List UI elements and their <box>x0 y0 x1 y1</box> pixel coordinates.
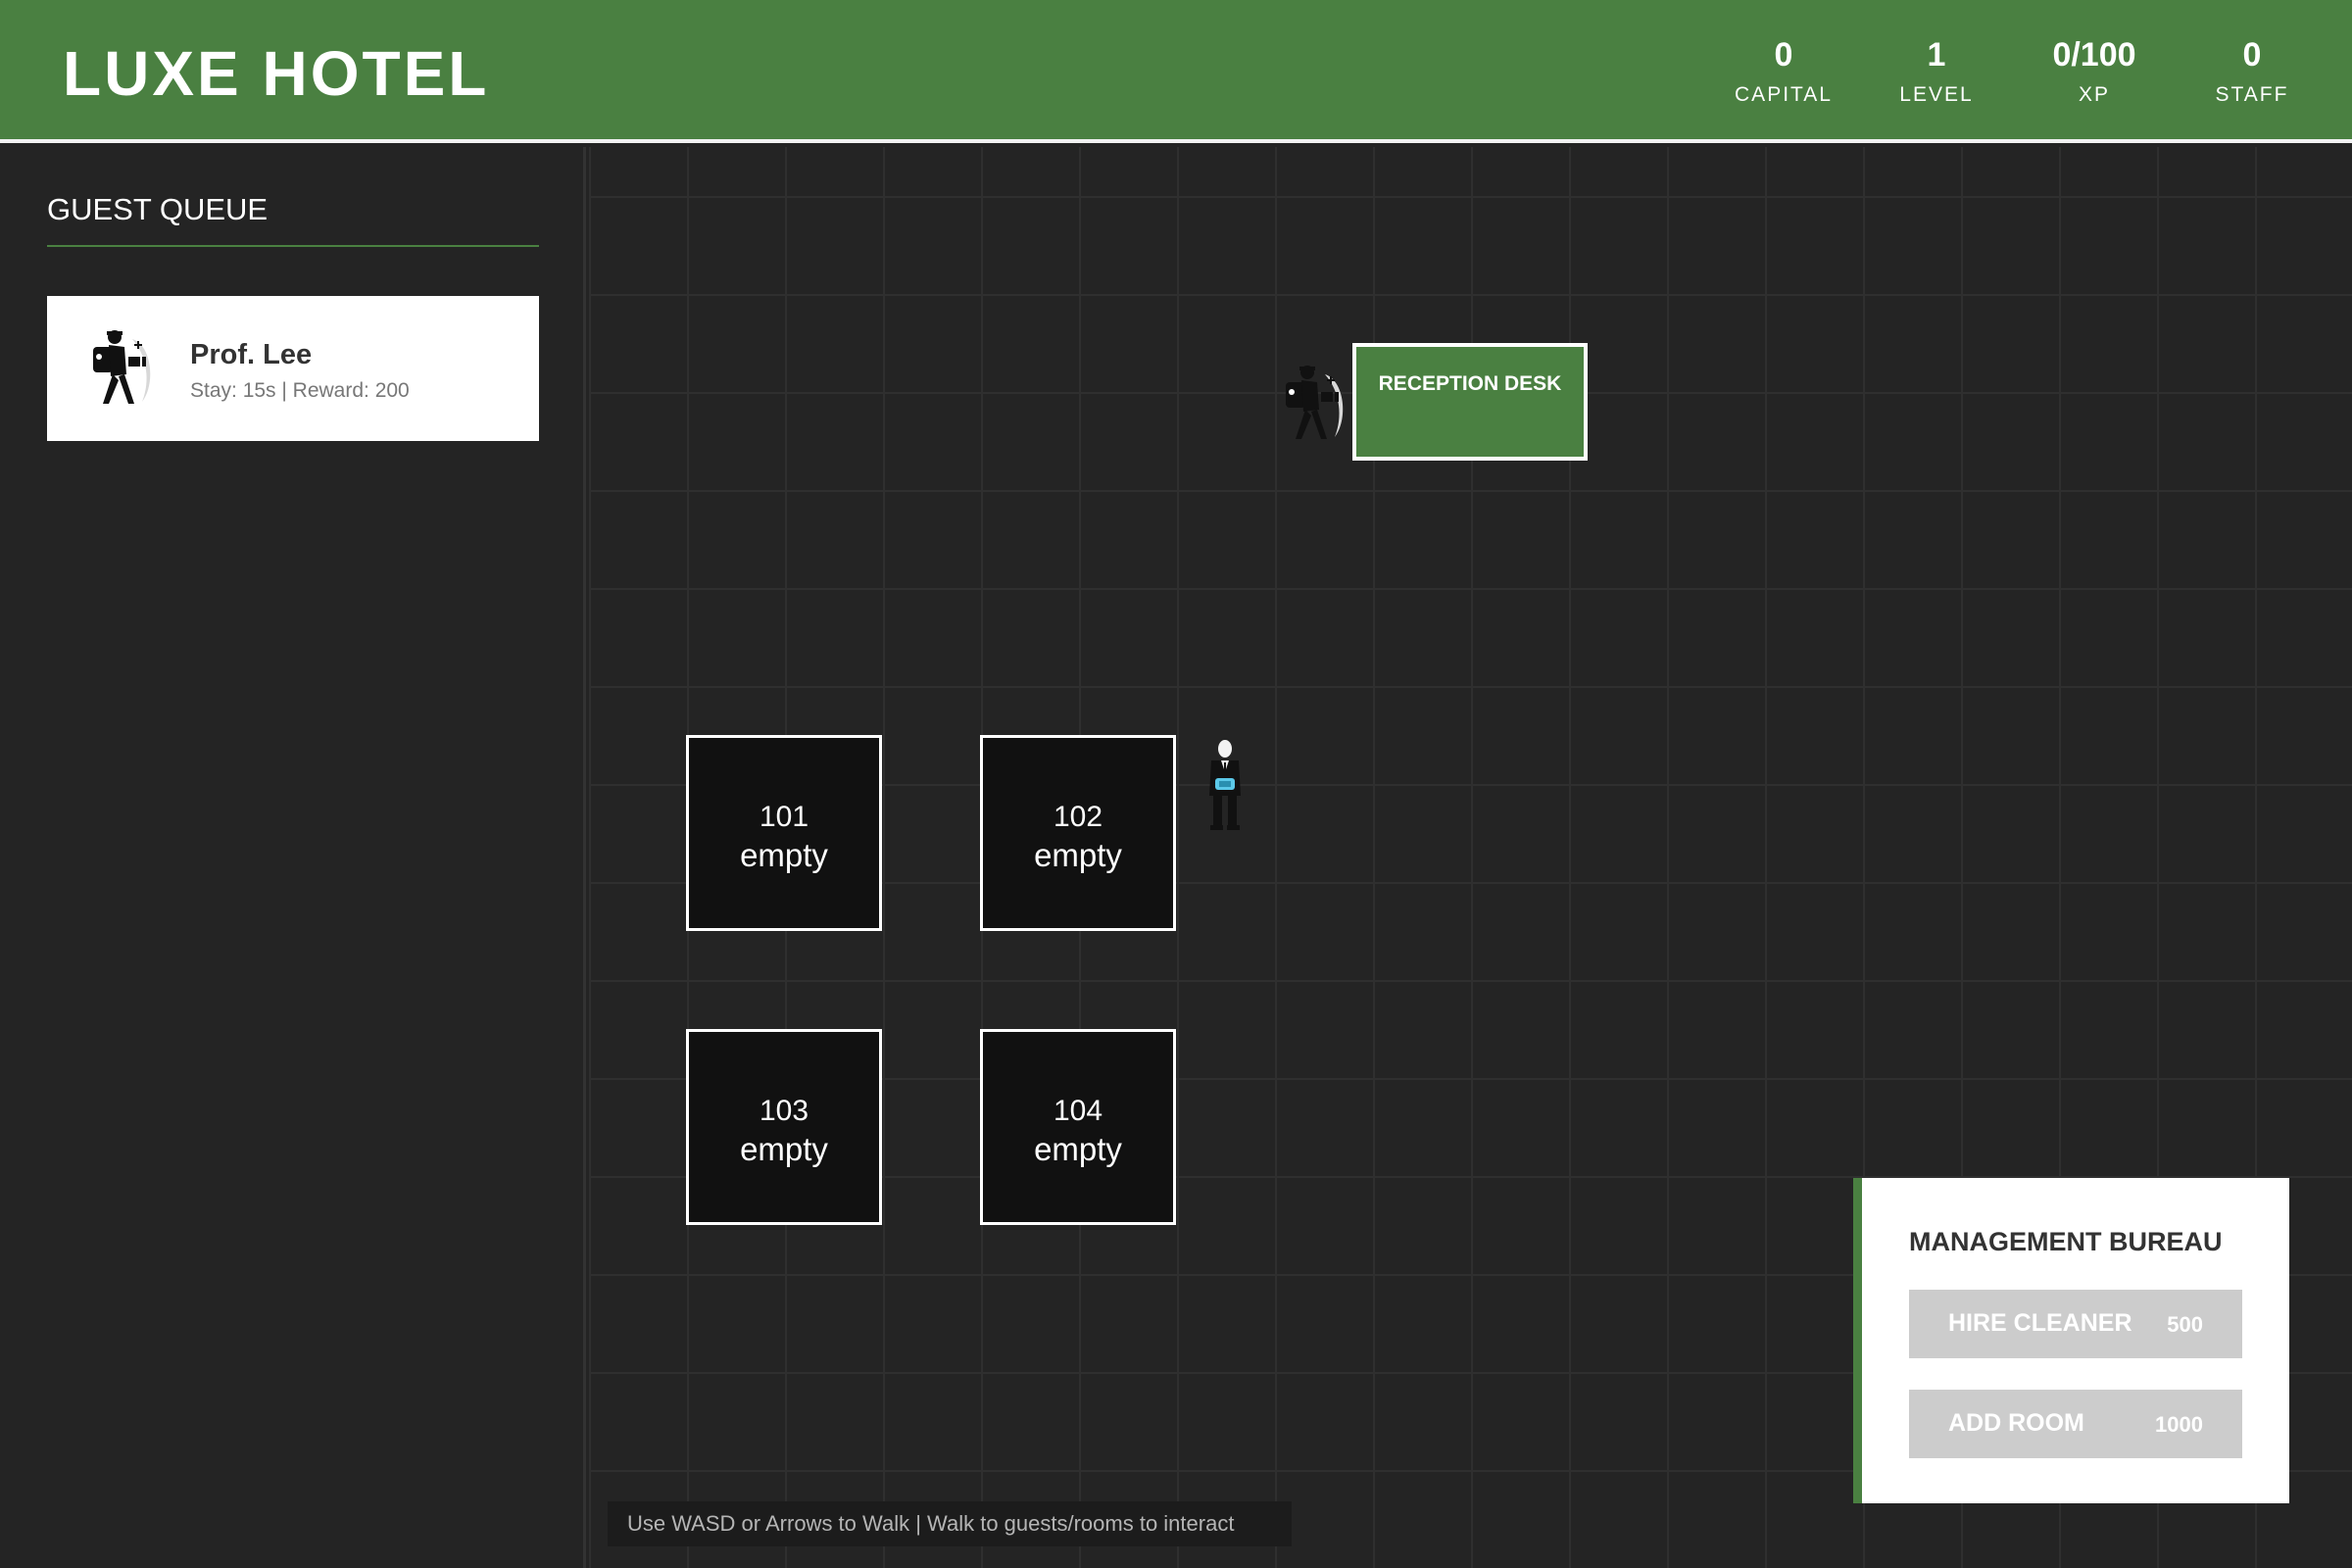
hotel-title: LUXE HOTEL <box>63 38 490 109</box>
stat-staff: 0 STAFF <box>2174 33 2330 110</box>
stat-xp: 0/100 XP <box>2016 33 2173 110</box>
room-status: empty <box>1034 1131 1122 1167</box>
room-104[interactable]: 104 empty <box>980 1029 1176 1225</box>
hire-cleaner-label: HIRE CLEANER <box>1948 1309 2132 1337</box>
stat-level-value: 1 <box>1927 36 1946 74</box>
controls-hint: Use WASD or Arrows to Walk | Walk to gue… <box>608 1501 1292 1546</box>
room-number: 104 <box>1053 1095 1103 1127</box>
stat-level-label: LEVEL <box>1899 83 1974 106</box>
add-room-label: ADD ROOM <box>1948 1409 2084 1437</box>
waiting-guest-icon[interactable] <box>1274 363 1352 445</box>
room-number: 102 <box>1053 801 1103 833</box>
guest-card[interactable]: Prof. Lee Stay: 15s | Reward: 200 <box>47 296 539 441</box>
bellhop-player-icon <box>1209 740 1241 830</box>
room-status: empty <box>740 837 828 873</box>
room-status: empty <box>740 1131 828 1167</box>
management-title: MANAGEMENT BUREAU <box>1909 1227 2223 1256</box>
stat-xp-value: 0/100 <box>2052 36 2136 74</box>
stat-capital-value: 0 <box>1774 36 1793 74</box>
stat-xp-label: XP <box>2078 83 2110 106</box>
guest-queue-title: GUEST QUEUE <box>47 192 269 226</box>
guest-info: Stay: 15s | Reward: 200 <box>190 379 410 402</box>
room-status: empty <box>1034 837 1122 873</box>
guest-queue-divider <box>47 245 539 247</box>
room-102[interactable]: 102 empty <box>980 735 1176 931</box>
reception-desk[interactable]: RECEPTION DESK <box>1352 343 1588 461</box>
room-number: 101 <box>759 801 809 833</box>
stat-capital: 0 CAPITAL <box>1705 33 1862 110</box>
hire-cleaner-cost: 500 <box>2167 1312 2203 1337</box>
stat-level: 1 LEVEL <box>1858 33 2015 110</box>
guest-name: Prof. Lee <box>190 339 313 370</box>
stat-staff-value: 0 <box>2242 36 2262 74</box>
stat-staff-label: STAFF <box>2215 83 2289 106</box>
add-room-button[interactable]: ADD ROOM 1000 <box>1909 1390 2242 1458</box>
room-101[interactable]: 101 empty <box>686 735 882 931</box>
guest-queue-panel: GUEST QUEUE Prof. Lee Stay: 15s | Reward… <box>0 147 586 1568</box>
top-bar: LUXE HOTEL 0 CAPITAL 1 LEVEL 0/100 XP 0 … <box>0 0 2352 143</box>
hire-cleaner-button[interactable]: HIRE CLEANER 500 <box>1909 1290 2242 1358</box>
add-room-cost: 1000 <box>2155 1412 2203 1437</box>
management-bureau-panel: MANAGEMENT BUREAU HIRE CLEANER 500 ADD R… <box>1853 1178 2289 1503</box>
room-number: 103 <box>759 1095 809 1127</box>
stat-capital-label: CAPITAL <box>1735 83 1833 106</box>
traveler-icon <box>93 330 151 404</box>
room-103[interactable]: 103 empty <box>686 1029 882 1225</box>
